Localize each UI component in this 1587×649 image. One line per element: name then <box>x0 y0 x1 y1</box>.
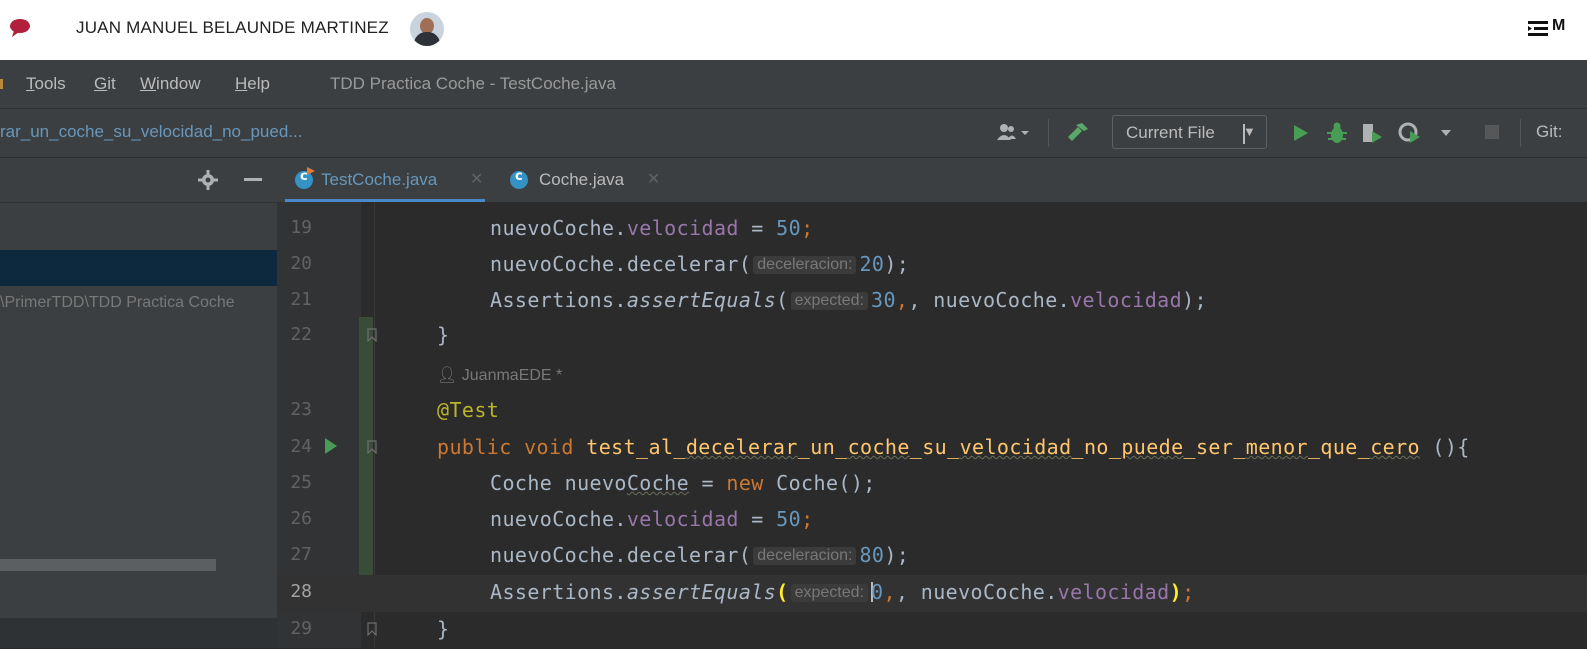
minimize-icon[interactable] <box>244 178 262 182</box>
stop-icon[interactable] <box>1484 124 1500 140</box>
code-line[interactable]: 23 @Test <box>277 393 1587 430</box>
horizontal-scrollbar[interactable] <box>0 559 216 571</box>
menu-git[interactable]: Git <box>94 74 116 94</box>
chat-bubble-icon[interactable] <box>8 18 34 38</box>
menu-window[interactable]: Window <box>140 74 200 94</box>
tree-path-row[interactable]: \PrimerTDD\TDD Practica Coche <box>0 294 275 312</box>
editor-tab-bar: TestCoche.java ✕ Coche.java ✕ <box>277 158 1587 203</box>
java-class-icon <box>510 169 528 189</box>
code-text: } <box>437 617 450 641</box>
close-icon[interactable]: ✕ <box>647 169 660 188</box>
menu-list-icon[interactable] <box>1528 20 1548 38</box>
code-text: Assertions.assertEquals(expected: 0,, nue… <box>490 580 1195 604</box>
param-hint: deceleracion: <box>753 547 857 565</box>
debug-icon[interactable] <box>1326 121 1348 145</box>
user-icon: 👤︎ <box>437 367 462 384</box>
code-text: @Test <box>437 398 500 422</box>
line-number: 20 <box>290 253 312 274</box>
param-hint: deceleracion: <box>753 256 857 274</box>
coverage-icon[interactable] <box>1360 121 1384 145</box>
tree-selected-row[interactable] <box>0 250 277 286</box>
code-text: } <box>437 323 450 347</box>
code-line[interactable]: 24 public void test_al_decelerar_un_coch… <box>277 430 1587 467</box>
code-line[interactable]: 22 } <box>277 318 1587 355</box>
code-line[interactable]: 20 nuevoCoche.decelerar(deceleracion: 20)… <box>277 247 1587 284</box>
close-icon[interactable]: ✕ <box>470 169 483 188</box>
project-panel: \PrimerTDD\TDD Practica Coche <box>0 158 277 648</box>
tab-testcoche[interactable]: TestCoche.java ✕ <box>285 158 485 202</box>
line-number: 22 <box>290 324 312 345</box>
current-code-line[interactable]: 28 Assertions.assertEquals(expected: 0,, … <box>277 575 1587 612</box>
line-number: 21 <box>290 289 312 310</box>
run-icon[interactable] <box>1292 123 1310 143</box>
test-marker-icon <box>307 167 315 175</box>
line-number: 29 <box>290 618 312 639</box>
line-number: 28 <box>290 581 312 602</box>
panel-header <box>0 158 277 203</box>
line-number: 26 <box>290 508 312 529</box>
tab-label: TestCoche.java <box>321 170 438 189</box>
author-hint-row[interactable]: 👤︎ JuanmaEDE * <box>277 357 1587 394</box>
run-config-label: Current File <box>1126 123 1215 142</box>
line-number: 24 <box>290 436 312 457</box>
top-bar: JUAN MANUEL BELAUNDE MARTINEZ M <box>0 0 1587 60</box>
line-number: 19 <box>290 217 312 238</box>
panel-bottom-strip <box>0 618 277 648</box>
tab-coche[interactable]: Coche.java ✕ <box>507 158 667 202</box>
code-line[interactable]: 26 nuevoCoche.velocidad = 50; <box>277 502 1587 539</box>
run-test-icon[interactable] <box>325 438 337 454</box>
code-line[interactable]: 21 Assertions.assertEquals(expected: 30,,… <box>277 283 1587 320</box>
code-text: public void test_al_decelerar_un_coche_s… <box>437 435 1470 459</box>
code-line[interactable]: 19 nuevoCoche.velocidad = 50; <box>277 211 1587 248</box>
code-text: nuevoCoche.velocidad = 50; <box>490 507 814 531</box>
author-hint[interactable]: 👤︎ JuanmaEDE * <box>437 365 562 385</box>
code-editor[interactable]: 19 nuevoCoche.velocidad = 50; 20 nuevoCo… <box>277 202 1587 648</box>
fold-icon[interactable] <box>367 622 377 636</box>
breadcrumb[interactable]: rar_un_coche_su_velocidad_no_pued... <box>0 122 302 142</box>
param-hint: expected: <box>790 584 868 602</box>
user-icon[interactable] <box>996 123 1032 143</box>
line-number: 23 <box>290 399 312 420</box>
code-line[interactable]: 29 } <box>277 612 1587 649</box>
code-text: nuevoCoche.decelerar(deceleracion: 20); <box>490 252 910 276</box>
line-number: 27 <box>290 544 312 565</box>
code-line[interactable]: 25 Coche nuevoCoche = new Coche(); <box>277 466 1587 503</box>
right-menu-label[interactable]: M <box>1552 17 1565 35</box>
code-text: Assertions.assertEquals(expected: 30,, nu… <box>490 288 1207 312</box>
param-hint: expected: <box>790 292 868 310</box>
build-hammer-icon[interactable] <box>1064 121 1090 145</box>
code-text: nuevoCoche.velocidad = 50; <box>490 216 814 240</box>
git-label[interactable]: Git: <box>1536 122 1562 142</box>
nav-toolbar: rar_un_coche_su_velocidad_no_pued... Cur… <box>0 109 1587 158</box>
profile-icon[interactable] <box>1398 121 1424 145</box>
user-name[interactable]: JUAN MANUEL BELAUNDE MARTINEZ <box>76 18 389 38</box>
menu-help[interactable]: Help <box>235 74 270 94</box>
tab-label: Coche.java <box>539 170 625 189</box>
window-title: TDD Practica Coche - TestCoche.java <box>330 74 616 93</box>
fold-icon[interactable] <box>367 440 377 454</box>
menu-bar: Tools Git Window Help TDD Practica Coche… <box>0 60 1587 109</box>
code-line[interactable]: 27 nuevoCoche.decelerar(deceleracion: 80)… <box>277 538 1587 575</box>
line-number: 25 <box>290 472 312 493</box>
chevron-down-icon: ▼ <box>1243 124 1256 144</box>
menu-tools[interactable]: Tools <box>26 74 66 94</box>
fold-icon[interactable] <box>367 328 377 342</box>
code-text: nuevoCoche.decelerar(deceleracion: 80); <box>490 543 910 567</box>
chevron-down-icon[interactable] <box>1440 129 1452 137</box>
menu-overflow-icon <box>0 79 3 89</box>
avatar[interactable] <box>410 12 444 46</box>
run-config-select[interactable]: Current File ▼ <box>1112 115 1267 149</box>
code-text: Coche nuevoCoche = new Coche(); <box>490 471 876 495</box>
gear-icon[interactable] <box>198 170 218 190</box>
